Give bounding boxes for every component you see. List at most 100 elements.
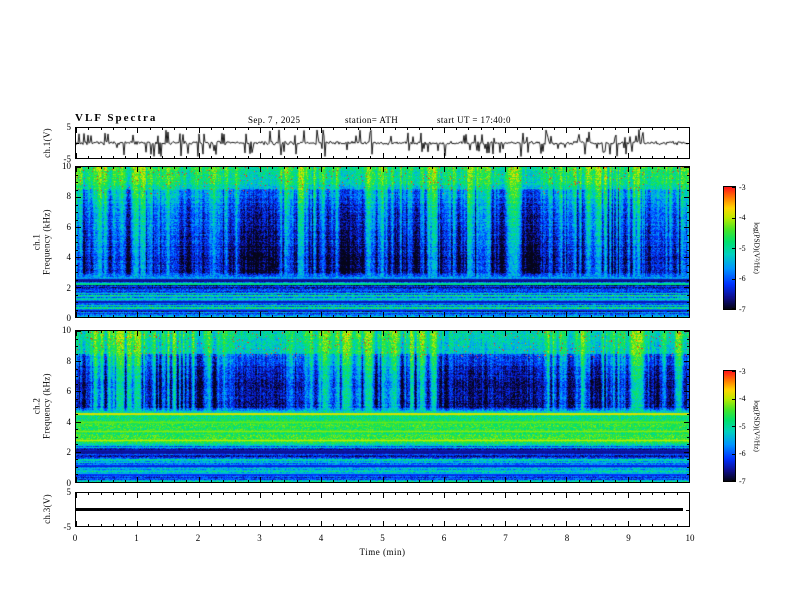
y-tick-mark: [76, 354, 78, 355]
x-tick-mark: [137, 312, 138, 317]
x-tick-mark: [223, 315, 224, 317]
x-tick-mark: [101, 315, 102, 317]
x-tick-mark: [260, 312, 261, 317]
x-tick-mark: [395, 128, 396, 130]
x-tick-mark: [223, 493, 224, 495]
x-tick-mark: [444, 493, 445, 498]
y-tick-mark: [687, 407, 689, 408]
x-tick-mark: [137, 153, 138, 158]
x-tick-mark: [640, 167, 641, 169]
x-tick-mark: [444, 167, 445, 172]
ch2-spectrogram-panel: [75, 330, 690, 483]
y-tick-label: 6: [66, 386, 72, 397]
x-tick-mark: [468, 315, 469, 317]
x-tick-mark: [297, 524, 298, 526]
y-tick-mark: [687, 354, 689, 355]
x-tick-mark: [395, 331, 396, 333]
x-tick-mark: [223, 480, 224, 482]
x-tick-label: 9: [626, 533, 631, 543]
x-tick-mark: [603, 493, 604, 495]
y-tick-mark: [76, 391, 81, 392]
x-tick-mark: [407, 156, 408, 158]
x-tick-mark: [481, 331, 482, 333]
ch1-channel-label: ch.1: [31, 233, 42, 251]
x-tick-mark: [579, 128, 580, 130]
x-tick-mark: [468, 128, 469, 130]
x-tick-mark: [370, 156, 371, 158]
x-tick-mark: [481, 167, 482, 169]
x-tick-mark: [677, 331, 678, 333]
colorbar-tick-label: -3: [739, 366, 746, 376]
x-tick-mark: [186, 524, 187, 526]
x-tick-mark: [101, 128, 102, 130]
x-tick-mark: [615, 167, 616, 169]
y-tick-mark: [76, 280, 78, 281]
x-tick-mark: [542, 524, 543, 526]
y-tick-mark: [76, 437, 78, 438]
x-tick-mark: [211, 493, 212, 495]
x-tick-mark: [284, 480, 285, 482]
x-tick-label: 10: [685, 533, 695, 543]
x-tick-mark: [162, 167, 163, 169]
x-tick-mark: [456, 524, 457, 526]
x-tick-mark: [554, 480, 555, 482]
x-tick-label: 6: [441, 533, 447, 543]
x-tick-mark: [186, 128, 187, 130]
x-tick-mark: [137, 477, 138, 482]
x-tick-mark: [566, 331, 567, 336]
x-tick-mark: [186, 167, 187, 169]
x-tick-mark: [677, 167, 678, 169]
x-tick-mark: [321, 477, 322, 482]
x-tick-mark: [468, 156, 469, 158]
colorbar-tick-mark: [732, 187, 735, 188]
y-tick-mark: [687, 437, 689, 438]
x-tick-mark: [358, 331, 359, 333]
y-tick-mark: [76, 422, 81, 423]
x-tick-mark: [125, 480, 126, 482]
colorbar-tick-label: -6: [739, 449, 746, 458]
x-tick-mark: [615, 524, 616, 526]
x-tick-mark: [162, 493, 163, 495]
x-tick-mark: [321, 167, 322, 172]
x-tick-mark: [664, 128, 665, 130]
y-tick-mark: [687, 272, 689, 273]
x-tick-mark: [554, 156, 555, 158]
x-tick-mark: [517, 524, 518, 526]
ch2-spectrogram-canvas: [76, 331, 689, 482]
x-tick-mark: [260, 128, 261, 133]
x-tick-mark: [297, 480, 298, 482]
ch3-voltage-axis-label: ch.3(V): [41, 494, 52, 524]
y-tick-mark: [687, 220, 689, 221]
x-tick-mark: [309, 480, 310, 482]
x-tick-mark: [493, 331, 494, 333]
y-tick-mark: [687, 474, 689, 475]
y-tick-mark: [76, 257, 81, 258]
x-tick-mark: [419, 331, 420, 333]
y-tick-mark: [76, 414, 78, 415]
y-tick-mark: [76, 346, 78, 347]
x-tick-mark: [640, 331, 641, 333]
x-tick-mark: [186, 315, 187, 317]
colorbar-tick-mark: [732, 426, 735, 427]
x-tick-mark: [542, 315, 543, 317]
y-tick-mark: [76, 452, 81, 453]
y-tick-mark: [684, 391, 689, 392]
x-tick-mark: [248, 128, 249, 130]
x-tick-mark: [554, 128, 555, 130]
x-tick-mark: [652, 331, 653, 333]
x-tick-mark: [125, 331, 126, 333]
x-tick-mark: [591, 331, 592, 333]
y-tick-mark: [76, 190, 78, 191]
x-tick-mark: [101, 524, 102, 526]
y-tick-mark: [687, 265, 689, 266]
x-tick-mark: [88, 156, 89, 158]
x-tick-mark: [579, 167, 580, 169]
y-tick-mark: [76, 429, 78, 430]
x-tick-mark: [186, 156, 187, 158]
y-tick-label: 4: [66, 416, 72, 427]
x-tick-mark: [640, 156, 641, 158]
y-tick-mark: [684, 167, 689, 168]
y-tick-mark: [684, 422, 689, 423]
x-tick-mark: [554, 331, 555, 333]
x-tick-mark: [199, 128, 200, 133]
